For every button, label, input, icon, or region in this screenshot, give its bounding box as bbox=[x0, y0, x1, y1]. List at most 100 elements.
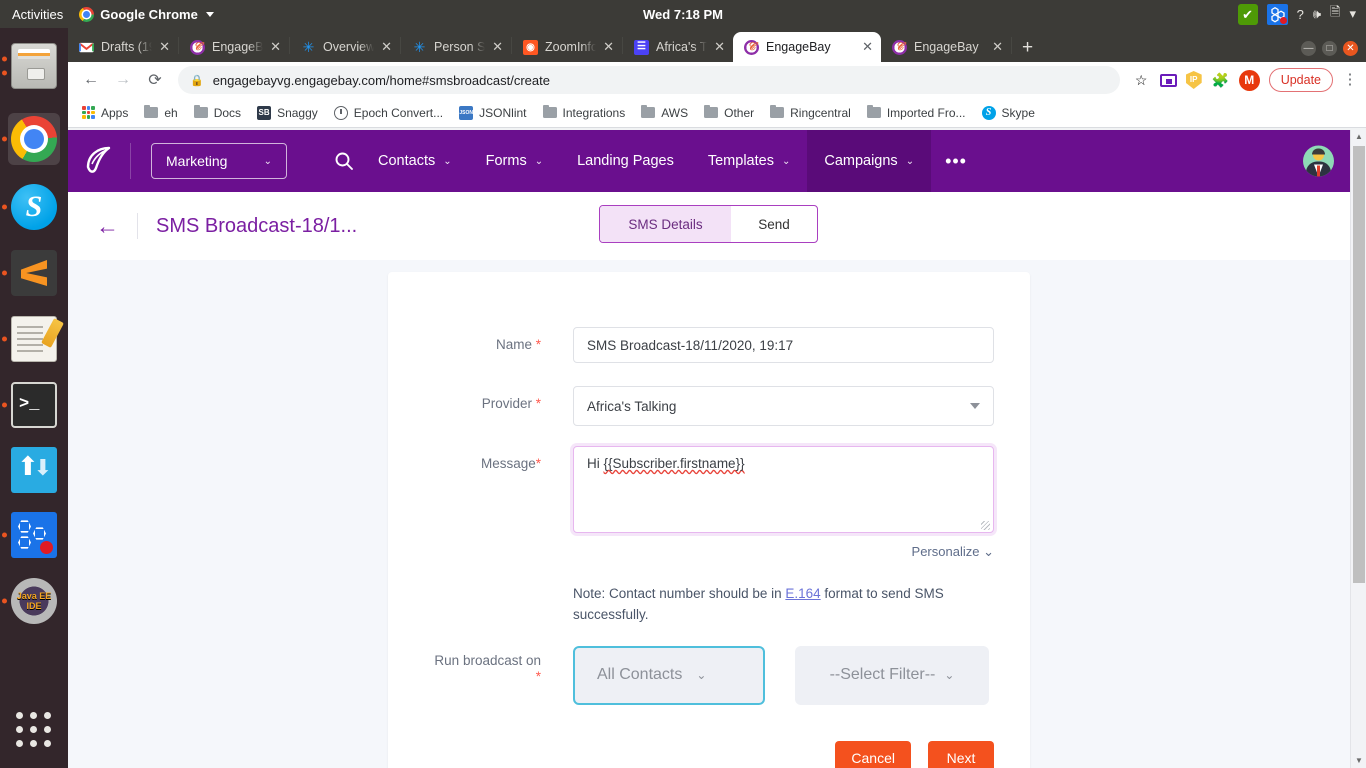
cancel-button[interactable]: Cancel bbox=[835, 740, 911, 768]
bookmark-integrations[interactable]: Integrations bbox=[537, 103, 632, 123]
name-input[interactable]: SMS Broadcast-18/11/2020, 19:17 bbox=[573, 327, 994, 363]
network-icon[interactable] bbox=[1266, 3, 1288, 25]
browser-tab[interactable]: Drafts (19) ✕ bbox=[68, 32, 178, 62]
back-arrow-icon[interactable]: ← bbox=[96, 214, 119, 238]
bookmark-apps[interactable]: Apps bbox=[76, 103, 134, 123]
required-marker: * bbox=[535, 337, 541, 352]
tab-sms-details[interactable]: SMS Details bbox=[600, 206, 731, 242]
nav-item-templates[interactable]: Templates ⌄ bbox=[691, 130, 807, 192]
chrome-menu-icon[interactable]: ⋮ bbox=[1342, 72, 1358, 87]
scrollbar-thumb[interactable] bbox=[1353, 146, 1365, 583]
status-dot bbox=[1279, 16, 1287, 24]
browser-tab[interactable]: ✳ Person Sear ✕ bbox=[401, 32, 511, 62]
dock-item-files[interactable] bbox=[0, 28, 68, 104]
cast-icon[interactable] bbox=[1159, 73, 1177, 87]
ubuntu-dock: S >_ Java EEIDE bbox=[0, 28, 68, 768]
bookmark-imported-from[interactable]: Imported Fro... bbox=[861, 103, 972, 123]
address-bar[interactable]: 🔒 engagebayvg.engagebay.com/home#smsbroa… bbox=[178, 66, 1120, 94]
dock-item-hex-app[interactable] bbox=[0, 502, 68, 568]
bookmark-ringcentral[interactable]: Ringcentral bbox=[764, 103, 857, 123]
bookmark-star-icon[interactable]: ☆ bbox=[1132, 71, 1151, 90]
close-icon[interactable]: ✕ bbox=[714, 39, 725, 55]
close-window-button[interactable]: ✕ bbox=[1343, 41, 1358, 56]
help-icon[interactable]: ? bbox=[1297, 7, 1304, 22]
bookmark-skype[interactable]: S Skype bbox=[976, 103, 1041, 123]
chevron-down-icon[interactable]: ▾ bbox=[1349, 6, 1356, 22]
activities-button[interactable]: Activities bbox=[0, 7, 73, 22]
browser-tab[interactable]: ◉ ZoomInfo A ✕ bbox=[512, 32, 622, 62]
user-avatar[interactable] bbox=[1303, 145, 1334, 177]
back-button[interactable]: ← bbox=[76, 65, 106, 95]
chevron-down-icon: ⌄ bbox=[263, 155, 272, 167]
browser-tab[interactable]: ✳ Overview | Z ✕ bbox=[290, 32, 400, 62]
engagebay-icon: 𝒞 bbox=[892, 39, 907, 55]
scroll-up-arrow[interactable]: ▲ bbox=[1351, 130, 1366, 144]
personalize-dropdown[interactable]: Personalize ⌄ bbox=[573, 544, 994, 560]
bookmark-label: Imported Fro... bbox=[886, 105, 966, 120]
bookmark-docs[interactable]: Docs bbox=[188, 103, 247, 123]
page-tabs: SMS Details Send bbox=[599, 205, 818, 243]
close-icon[interactable]: ✕ bbox=[159, 39, 170, 55]
browser-tab[interactable]: 𝒞 EngageBay ✕ bbox=[881, 32, 1011, 62]
page-scrollbar[interactable]: ▲ ▼ bbox=[1350, 130, 1366, 768]
close-icon[interactable]: ✕ bbox=[992, 39, 1003, 55]
show-applications-button[interactable] bbox=[0, 698, 68, 762]
dock-item-terminal[interactable]: >_ bbox=[0, 372, 68, 438]
nav-item-forms[interactable]: Forms ⌄ bbox=[469, 130, 560, 192]
volume-icon[interactable]: 🕪 bbox=[1313, 6, 1321, 22]
check-icon[interactable]: ✔ bbox=[1237, 3, 1258, 25]
nav-item-landing-pages[interactable]: Landing Pages bbox=[560, 130, 691, 192]
engagebay-logo[interactable] bbox=[68, 146, 130, 176]
contacts-select[interactable]: All Contacts ⌄ bbox=[573, 645, 765, 705]
address-bar-url: engagebayvg.engagebay.com/home#smsbroadc… bbox=[212, 72, 550, 88]
bookmark-other[interactable]: Other bbox=[698, 103, 760, 123]
tab-send[interactable]: Send bbox=[731, 206, 817, 242]
close-icon[interactable]: ✕ bbox=[381, 39, 392, 55]
browser-tab[interactable]: 𝒞 EngageBay ✕ bbox=[179, 32, 289, 62]
update-button[interactable]: Update bbox=[1268, 68, 1333, 92]
dock-item-text-editor[interactable] bbox=[0, 306, 68, 372]
nav-item-contacts[interactable]: Contacts ⌄ bbox=[361, 130, 469, 192]
bookmark-jsonlint[interactable]: JSON JSONlint bbox=[453, 103, 532, 123]
browser-tab[interactable]: ☰ Africa's Talk ✕ bbox=[623, 32, 733, 62]
close-icon[interactable]: ✕ bbox=[492, 39, 503, 55]
dock-item-java-ee-ide[interactable]: Java EE IDE bbox=[0, 568, 68, 634]
reload-button[interactable]: ⟳ bbox=[140, 65, 170, 95]
apps-grid-icon bbox=[16, 712, 52, 748]
resize-handle[interactable] bbox=[981, 521, 990, 530]
nav-item-campaigns[interactable]: Campaigns ⌄ bbox=[807, 130, 932, 192]
active-app-menu[interactable]: Google Chrome bbox=[73, 6, 220, 22]
bookmark-epoch-converter[interactable]: Epoch Convert... bbox=[328, 103, 449, 123]
profile-avatar[interactable]: M bbox=[1238, 69, 1260, 91]
close-icon[interactable]: ✕ bbox=[270, 39, 281, 55]
run-broadcast-label-text: Run broadcast on bbox=[434, 652, 541, 668]
ip-extension-icon[interactable]: IP bbox=[1185, 71, 1202, 89]
bookmarks-bar: Apps eh Docs SB Snaggy Epoch Convert... … bbox=[68, 98, 1366, 128]
dock-item-file-transfer[interactable] bbox=[0, 438, 68, 502]
battery-icon[interactable]: 🗎 bbox=[1330, 3, 1340, 25]
nav-item-more[interactable]: ••• bbox=[931, 130, 981, 192]
bookmark-eh[interactable]: eh bbox=[138, 103, 183, 123]
nav-item-label: Contacts bbox=[378, 153, 436, 169]
browser-tab-active[interactable]: 𝒞 EngageBay ✕ bbox=[733, 32, 881, 62]
minimize-button[interactable]: — bbox=[1301, 41, 1316, 56]
bookmark-aws[interactable]: AWS bbox=[635, 103, 694, 123]
module-select[interactable]: Marketing ⌄ bbox=[151, 143, 287, 179]
new-tab-button[interactable]: + bbox=[1012, 37, 1043, 62]
maximize-button[interactable]: □ bbox=[1322, 41, 1337, 56]
search-icon[interactable] bbox=[327, 151, 361, 171]
forward-button[interactable]: → bbox=[108, 65, 138, 95]
message-textarea[interactable]: Hi {{Subscriber.firstname}} bbox=[573, 446, 994, 533]
scroll-down-arrow[interactable]: ▼ bbox=[1351, 754, 1366, 768]
close-icon[interactable]: ✕ bbox=[603, 39, 614, 55]
dock-item-sublime-text[interactable] bbox=[0, 240, 68, 306]
provider-select[interactable]: Africa's Talking bbox=[573, 386, 994, 426]
extensions-icon[interactable]: 🧩 bbox=[1211, 71, 1230, 90]
e164-link[interactable]: E.164 bbox=[785, 586, 820, 601]
dock-item-skype[interactable]: S bbox=[0, 174, 68, 240]
filter-select[interactable]: --Select Filter-- ⌄ bbox=[795, 645, 989, 705]
bookmark-snaggy[interactable]: SB Snaggy bbox=[251, 103, 324, 123]
dock-item-google-chrome[interactable] bbox=[0, 104, 68, 174]
close-icon[interactable]: ✕ bbox=[862, 39, 873, 55]
next-button[interactable]: Next bbox=[928, 740, 994, 768]
